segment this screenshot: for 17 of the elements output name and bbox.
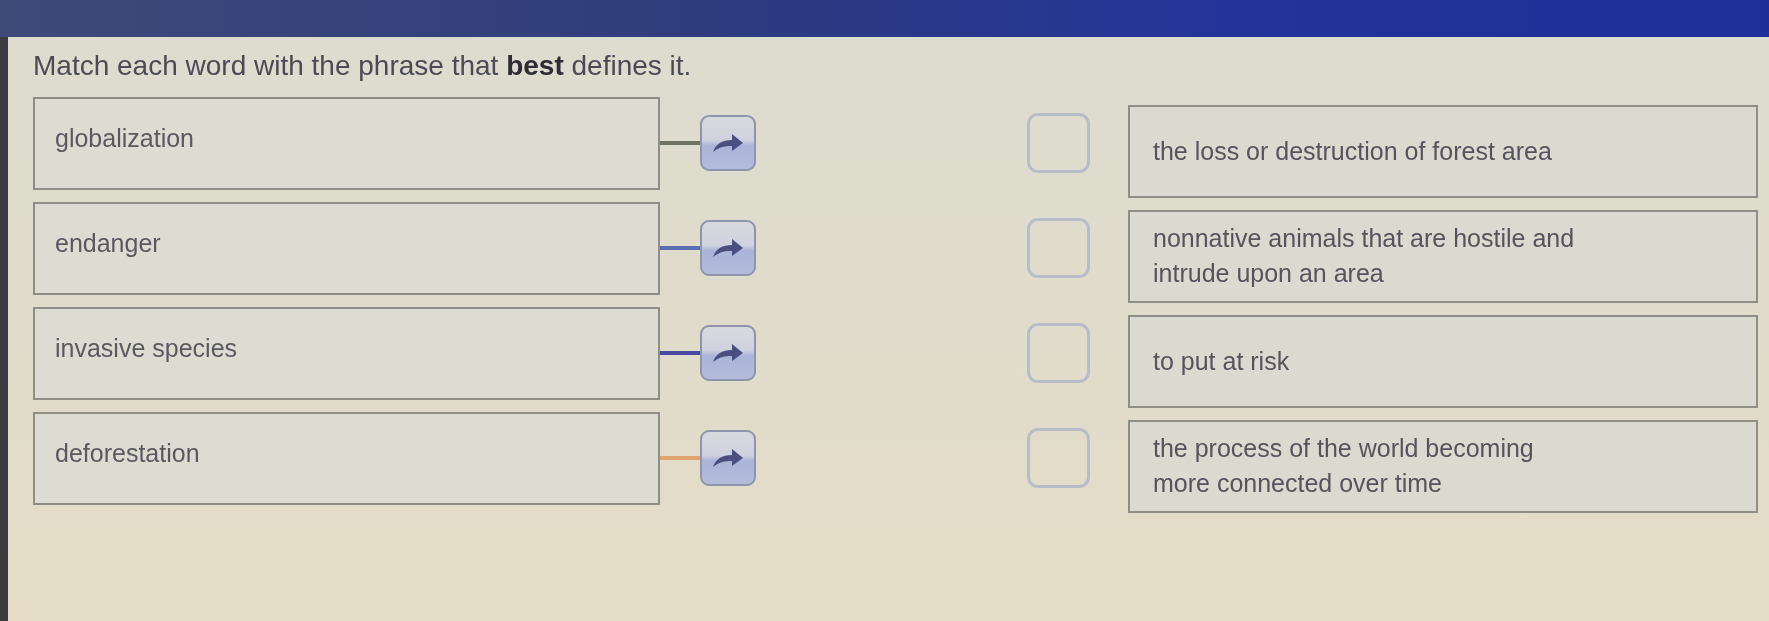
instruction-text: Match each word with the phrase that best defines it.	[33, 49, 693, 83]
curved-arrow-icon	[713, 238, 743, 259]
curved-arrow-icon	[713, 343, 743, 364]
definition-card[interactable]: to put at risk	[1128, 314, 1758, 408]
word-card[interactable]: deforestation	[33, 411, 660, 505]
arrow-button[interactable]	[700, 430, 756, 487]
curved-arrow-icon	[713, 133, 743, 154]
definition-card[interactable]: the loss or destruction of forest area	[1128, 104, 1758, 198]
arrow-button[interactable]	[700, 220, 756, 277]
arrow-button[interactable]	[700, 325, 756, 382]
curved-arrow-icon	[713, 448, 743, 469]
word-card[interactable]: globalization	[33, 96, 660, 190]
word-card[interactable]: endanger	[33, 201, 660, 295]
arrow-button[interactable]	[700, 115, 756, 172]
word-card[interactable]: invasive species	[33, 306, 660, 400]
definition-card[interactable]: nonnative animals that are hostile and intrude upon an area	[1128, 209, 1758, 303]
definition-card[interactable]: the process of the world becoming more connected over time	[1128, 419, 1758, 513]
